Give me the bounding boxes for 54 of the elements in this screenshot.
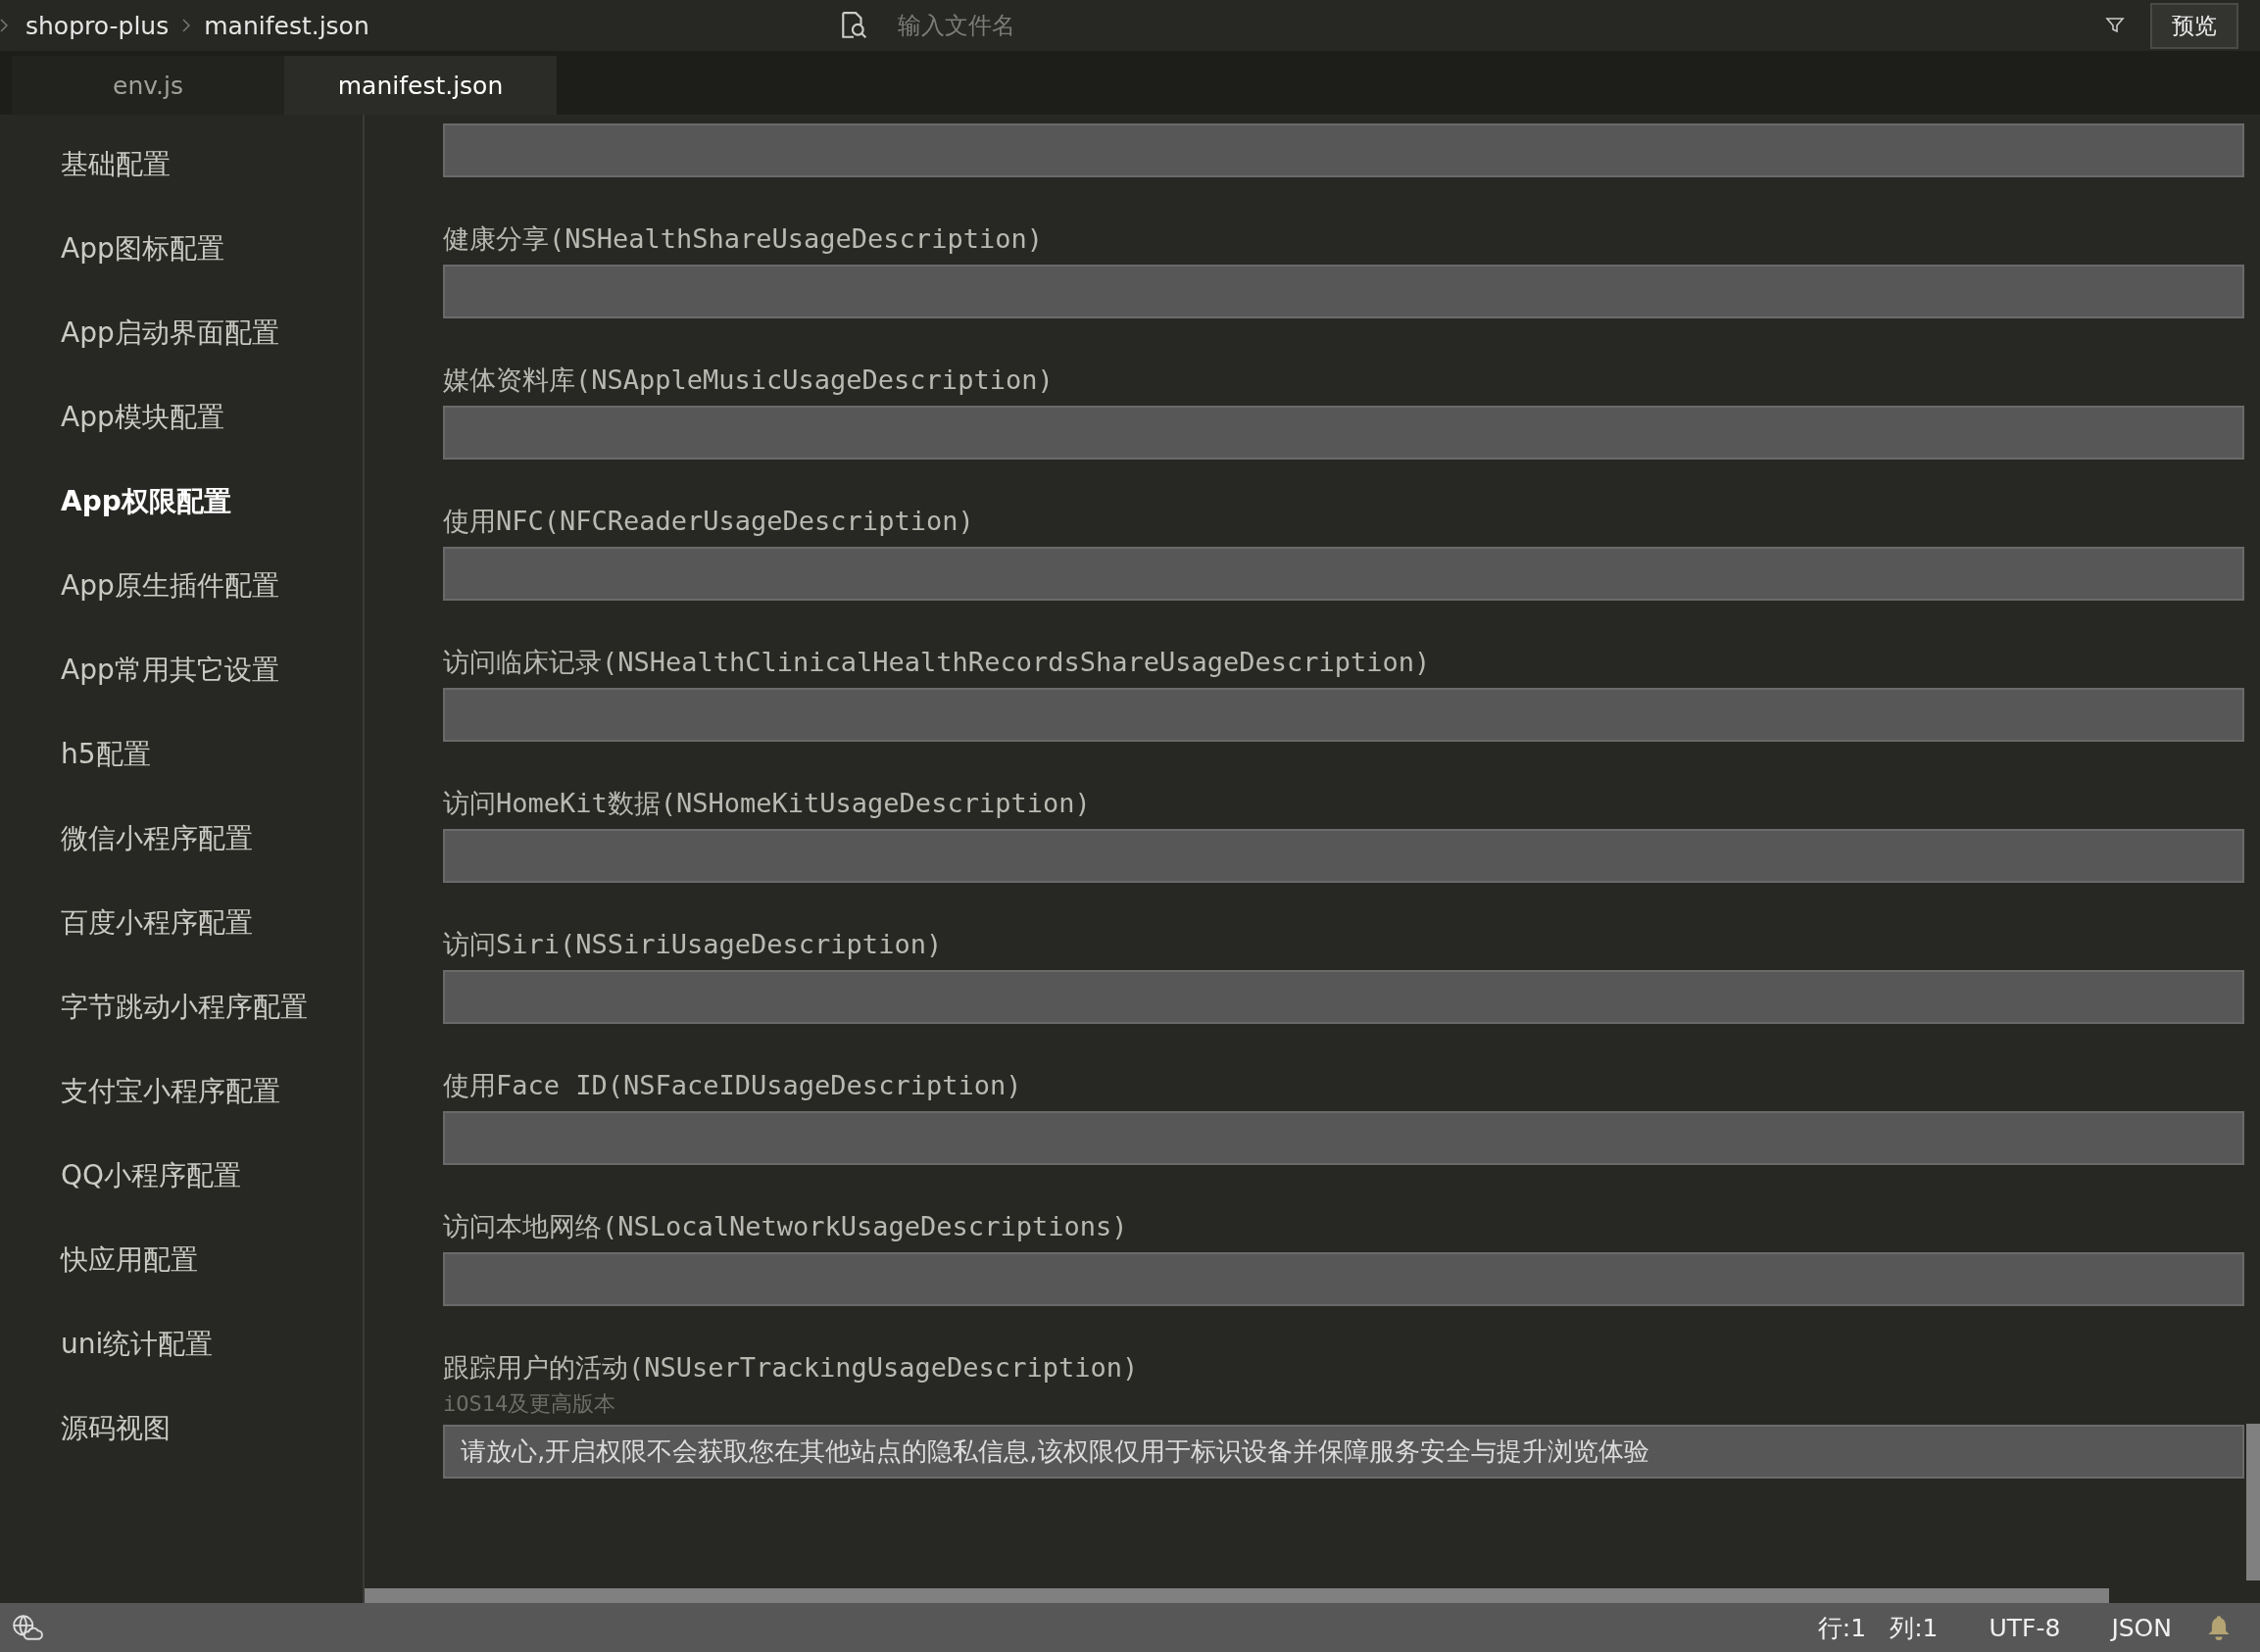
field-label: 访问临床记录(NSHealthClinicalHealthRecordsShareUsageDescription) [443, 646, 1432, 679]
sidebar-item[interactable]: h5配置 [12, 712, 363, 797]
breadcrumb-item[interactable]: shopro-plus [25, 11, 170, 40]
sidebar-item[interactable]: 支付宝小程序配置 [12, 1049, 363, 1134]
sidebar-item[interactable]: 源码视图 [12, 1386, 363, 1471]
field-label: 使用Face ID(NSFaceIDUsageDescription) [443, 1069, 1023, 1102]
sidebar-item[interactable]: App常用其它设置 [12, 628, 363, 712]
sidebar-item[interactable]: uni统计配置 [12, 1302, 363, 1386]
chevron-icon [0, 19, 8, 32]
input-field[interactable] [443, 1252, 2244, 1306]
field-label: 健康分享(NSHealthShareUsageDescription) [443, 222, 1044, 256]
input-field[interactable] [443, 406, 2244, 460]
bell-icon[interactable] [2207, 1615, 2231, 1640]
sidebar-item[interactable]: App图标配置 [12, 207, 363, 291]
preview-button[interactable]: 预览 [2150, 2, 2238, 49]
editor-tab[interactable]: manifest.json [284, 56, 557, 115]
editor-tab[interactable]: env.js [12, 56, 284, 115]
search-field[interactable]: 输入文件名 [896, 11, 2105, 40]
field-label: 媒体资料库(NSAppleMusicUsageDescription) [443, 364, 1055, 397]
sidebar-item[interactable]: 快应用配置 [12, 1218, 363, 1302]
field-hint: iOS14及更高版本 [443, 1390, 617, 1418]
language-label[interactable]: JSON [2111, 1613, 2172, 1642]
scrollbar-thumb[interactable] [365, 1588, 2109, 1603]
filter-icon[interactable] [2105, 16, 2125, 35]
input-field[interactable] [443, 123, 2244, 177]
input-field[interactable] [443, 547, 2244, 601]
encoding-label[interactable]: UTF-8 [1989, 1613, 2061, 1642]
sidebar-item[interactable]: QQ小程序配置 [12, 1134, 363, 1218]
cursor-position: 列:1 [1890, 1612, 1939, 1644]
field-label: 访问Siri(NSSiriUsageDescription) [443, 928, 944, 961]
input-field[interactable] [443, 688, 2244, 742]
sidebar-item[interactable]: 百度小程序配置 [12, 881, 363, 965]
sidebar-item[interactable]: 微信小程序配置 [12, 797, 363, 881]
sidebar-item[interactable]: 字节跳动小程序配置 [12, 965, 363, 1049]
search-file-icon[interactable] [839, 11, 868, 40]
scrollbar-thumb[interactable] [2246, 1424, 2260, 1580]
cursor-position: 行:1 [1817, 1612, 1867, 1644]
sidebar-item[interactable]: 基础配置 [12, 122, 363, 207]
sidebar-item[interactable]: App原生插件配置 [12, 544, 363, 628]
input-field[interactable] [443, 1111, 2244, 1165]
input-field[interactable] [443, 829, 2244, 883]
field-label: 跟踪用户的活动(NSUserTrackingUsageDescription) [443, 1351, 1140, 1385]
field-label: 访问本地网络(NSLocalNetworkUsageDescriptions) [443, 1210, 1129, 1243]
input-field[interactable]: 请放心,开启权限不会获取您在其他站点的隐私信息,该权限仅用于标识设备并保障服务安全与提升浏览体验 [443, 1425, 2244, 1479]
sidebar-item[interactable]: App模块配置 [12, 375, 363, 460]
input-field[interactable] [443, 970, 2244, 1024]
chevron-icon [182, 19, 191, 32]
field-label: 使用NFC(NFCReaderUsageDescription) [443, 505, 975, 538]
sidebar-item[interactable]: App权限配置 [12, 460, 363, 544]
breadcrumb-item[interactable]: manifest.json [204, 11, 369, 40]
sidebar-item[interactable]: App启动界面配置 [12, 291, 363, 375]
field-label: 访问HomeKit数据(NSHomeKitUsageDescription) [443, 787, 1092, 820]
globe-cloud-icon[interactable] [12, 1614, 43, 1641]
input-field[interactable] [443, 265, 2244, 318]
